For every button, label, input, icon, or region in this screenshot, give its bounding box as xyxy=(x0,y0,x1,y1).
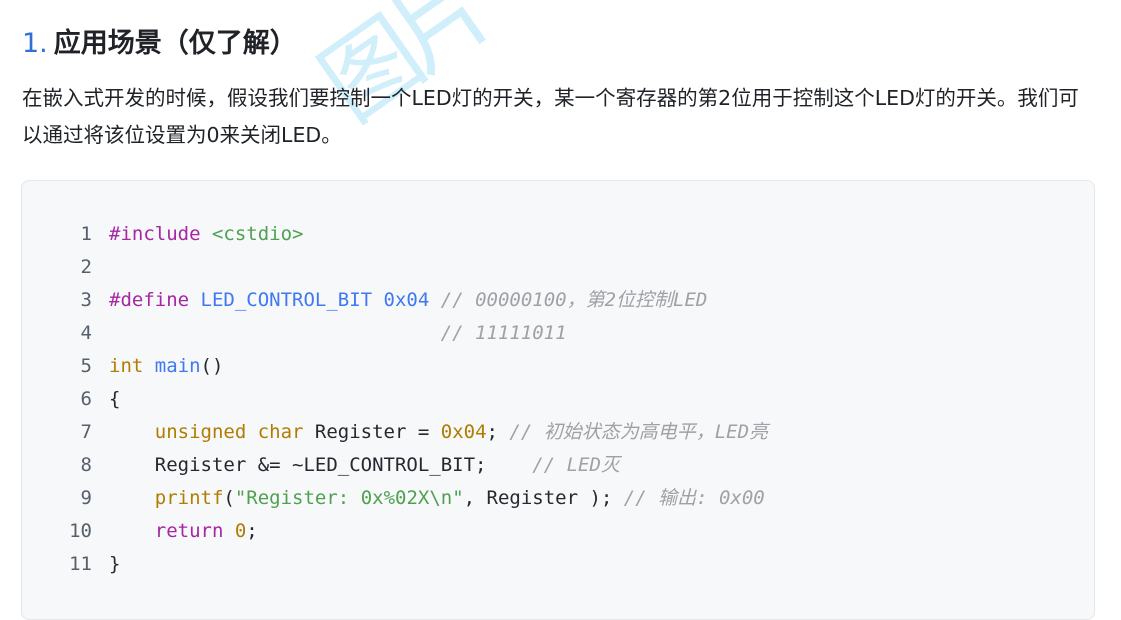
code-comment: // 11111011 xyxy=(109,322,567,344)
code-text: Register = xyxy=(303,421,441,443)
code-block[interactable]: 1 #include <cstdio> 2 3 #define LED_CONTRO… xyxy=(21,180,1095,620)
section-title: 应用场景（仅了解） xyxy=(53,28,297,59)
code-comment: // 输出: 0x00 xyxy=(612,487,765,509)
code-line-5: 5 int main() xyxy=(22,350,768,383)
line-number: 3 xyxy=(80,289,92,311)
code-text: , Register ); xyxy=(463,487,613,509)
type-keyword: int xyxy=(109,355,144,377)
section-heading: 1. 应用场景（仅了解） xyxy=(22,22,297,66)
preprocessor-directive: #include xyxy=(109,223,201,245)
number-literal: 0x04 xyxy=(440,421,487,443)
function-call: printf xyxy=(154,487,224,509)
line-number: 1 xyxy=(80,223,92,245)
line-number: 4 xyxy=(80,322,92,344)
line-number: 7 xyxy=(80,421,92,443)
line-number: 10 xyxy=(69,520,92,542)
code-line-4: 4 // 11111011 xyxy=(22,317,768,350)
code-comment: // 初始状态为高电平，LED亮 xyxy=(497,421,769,443)
string-literal: "Register: 0x%02X\n" xyxy=(234,487,464,509)
line-number: 11 xyxy=(69,553,92,575)
section-number: 1. xyxy=(22,28,48,59)
code-comment: // LED灭 xyxy=(486,454,620,476)
code-comment: // 00000100，第2位控制LED xyxy=(429,289,708,311)
macro-name: LED_CONTROL_BIT xyxy=(189,289,373,311)
type-keyword: unsigned xyxy=(154,421,247,443)
code-line-6: 6{ xyxy=(22,383,768,416)
function-name: main xyxy=(143,355,201,377)
punctuation: ( xyxy=(223,487,235,509)
code-text: Register &= ~LED_CONTROL_BIT; xyxy=(109,454,487,476)
code-line-7: 7 unsigned char Register = 0x04; // 初始状态… xyxy=(22,416,769,449)
number-literal: 0 xyxy=(223,520,247,542)
code-line-11: 11} xyxy=(22,548,768,581)
line-number: 9 xyxy=(80,487,92,509)
code-line-1: 1 #include <cstdio> xyxy=(22,218,768,251)
intro-paragraph: 在嵌入式开发的时候，假设我们要控制一个LED灯的开关，某一个寄存器的第2位用于控… xyxy=(22,86,1079,147)
open-brace: { xyxy=(109,388,121,410)
macro-value: 0x04 xyxy=(372,289,430,311)
close-brace: } xyxy=(109,553,121,575)
punctuation: () xyxy=(200,355,224,377)
line-number: 8 xyxy=(80,454,92,476)
line-number: 2 xyxy=(80,256,92,278)
semicolon: ; xyxy=(246,520,258,542)
return-keyword: return xyxy=(154,520,224,542)
line-number: 6 xyxy=(80,388,92,410)
code-line-10: 10 return 0; xyxy=(22,515,768,548)
code-lines: 1 #include <cstdio> 2 3 #define LED_CONTRO… xyxy=(22,218,768,581)
include-header: <cstdio> xyxy=(200,223,304,245)
code-line-9: 9 printf("Register: 0x%02X\n", Register … xyxy=(22,482,768,515)
code-line-3: 3 #define LED_CONTROL_BIT 0x04 // 0000010… xyxy=(22,284,768,317)
preprocessor-directive: #define xyxy=(109,289,190,311)
semicolon: ; xyxy=(486,421,498,443)
line-number: 5 xyxy=(80,355,92,377)
type-keyword: char xyxy=(246,421,304,443)
code-line-8: 8 Register &= ~LED_CONTROL_BIT; // LED灭 xyxy=(22,449,768,482)
code-line-2: 2 xyxy=(22,251,768,284)
